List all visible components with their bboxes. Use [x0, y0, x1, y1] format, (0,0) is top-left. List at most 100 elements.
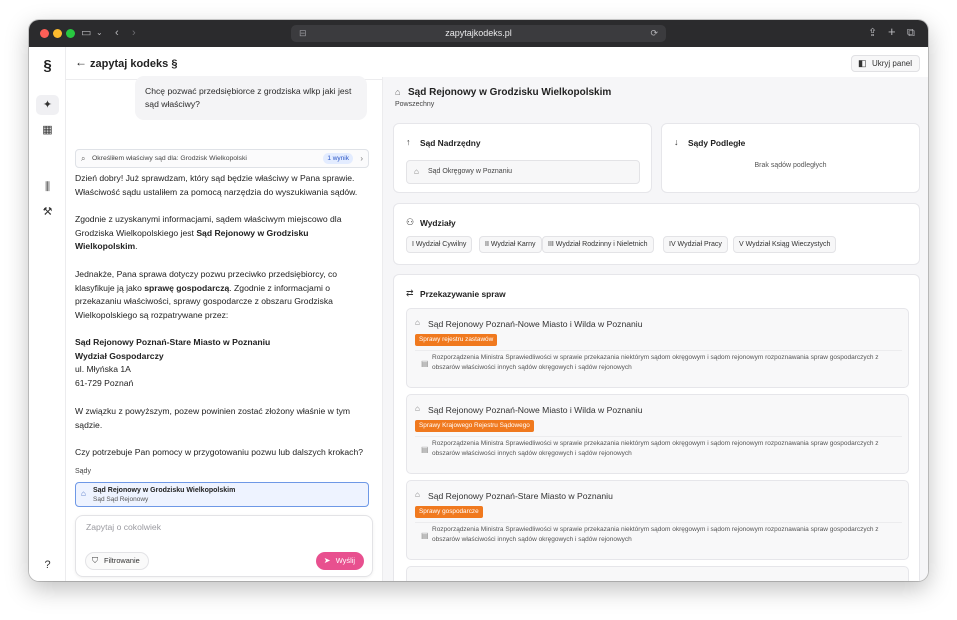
assistant-paragraph-5: Czy potrzebuje Pan pomocy w przygotowani…: [75, 447, 364, 457]
court-details-panel: ⌂ Sąd Rejonowy w Grodzisku Wielkopolskim…: [382, 77, 928, 581]
new-tab-icon[interactable]: +: [888, 25, 896, 39]
transfer-item[interactable]: ⌂ Sąd Rejonowy Poznań-Stare Miasto w Poz…: [406, 480, 909, 560]
department-pill[interactable]: II Wydział Karny: [479, 236, 542, 253]
panel-icon: ◧: [857, 58, 867, 68]
browser-titlebar: ▭ ⌄ ‹ › ⊟ zapytajkodeks.pl ⟳ ⇪ + ⧉: [29, 20, 928, 47]
help-icon[interactable]: ?: [36, 555, 59, 575]
page-title: zapytaj kodeks §: [90, 58, 178, 70]
assistant-paragraph-1: Dzień dobry! Już sprawdzam, który sąd bę…: [75, 173, 358, 197]
app-logo[interactable]: §: [29, 57, 66, 74]
subordinate-empty-text: Brak sądów podległych: [754, 162, 827, 169]
transfer-item[interactable]: ⌂ Sąd Rejonowy Poznań-Nowe Miasto i Wild…: [406, 308, 909, 388]
transfer-court-name: Sąd Rejonowy Poznań-Stare Miasto w Pozna…: [428, 491, 613, 501]
page-settings-icon[interactable]: ⊟: [299, 25, 307, 42]
assistant-paragraph-3: Jednakże, Pana sprawa dotyczy pozwu prze…: [75, 269, 338, 320]
court-building-icon: ⌂: [395, 87, 401, 97]
department-pill[interactable]: I Wydział Cywilny: [406, 236, 473, 253]
department-pill[interactable]: IV Wydział Pracy: [663, 236, 728, 253]
assistant-paragraph-2: Zgodnie z uzyskanymi informacjami, sądem…: [75, 214, 342, 252]
superior-court-heading: ↑ Sąd Nadrzędny: [406, 137, 481, 148]
arrow-down-icon: ↓: [674, 137, 679, 147]
filter-label: Filtrowanie: [104, 556, 140, 565]
hide-panel-button[interactable]: ◧ Ukryj panel: [850, 55, 920, 72]
address-street: ul. Młyńska 1A: [75, 364, 131, 375]
sidebar-toggle-icon[interactable]: ▭: [81, 26, 91, 40]
case-type-tag: Sprawy Krajowego Rejestru Sądowego: [415, 420, 534, 432]
sources-label: Sądy: [75, 468, 91, 475]
zoom-window-button[interactable]: [66, 29, 75, 38]
court-building-icon: ⌂: [414, 167, 419, 176]
message-input[interactable]: Zapytaj o cokolwiek: [86, 522, 161, 532]
divider: [415, 436, 902, 437]
transfer-court-name: Sąd Rejonowy Poznań-Nowe Miasto i Wilda …: [428, 405, 643, 415]
address-city: 61-729 Poznań: [75, 377, 134, 388]
case-type-bold: sprawę gospodarczą: [144, 282, 230, 293]
chevron-down-icon[interactable]: ⌄: [96, 26, 103, 40]
send-icon: ➤: [323, 556, 331, 565]
address-department: Wydział Gospodarczy: [75, 350, 164, 361]
close-window-button[interactable]: [40, 29, 49, 38]
table-icon[interactable]: ▦: [36, 120, 59, 140]
court-source-card[interactable]: ⌂ Sąd Rejonowy w Grodzisku Wielkopolskim…: [75, 482, 369, 507]
reload-icon[interactable]: ⟳: [650, 25, 658, 42]
court-building-icon: ⌂: [81, 489, 86, 498]
wrench-icon[interactable]: ⚒: [36, 202, 59, 222]
ai-chat-icon[interactable]: ✦: [36, 95, 59, 115]
court-building-icon: ⌂: [415, 490, 420, 499]
tool-result-chip[interactable]: ⌕ Określiłem właściwy sąd dla: Grodzisk …: [75, 149, 369, 168]
left-rail: § ✦ ▦ ⫼ ⚒ ?: [29, 47, 66, 581]
subordinate-courts-card: ↓ Sądy Podległe Brak sądów podległych: [661, 123, 920, 193]
address-court-name: Sąd Rejonowy Poznań-Stare Miasto w Pozna…: [75, 337, 271, 347]
court-source-name: Sąd Rejonowy w Grodzisku Wielkopolskim: [93, 487, 236, 494]
departments-heading: ⚇ Wydziały: [406, 217, 456, 228]
transfer-item-partial[interactable]: [406, 566, 909, 581]
assistant-paragraph-4: W związku z powyższym, pozew powinien zo…: [75, 406, 351, 430]
arrow-up-icon: ↑: [406, 137, 411, 147]
court-title: ⌂ Sąd Rejonowy w Grodzisku Wielkopolskim: [395, 87, 612, 98]
browser-window: ▭ ⌄ ‹ › ⊟ zapytajkodeks.pl ⟳ ⇪ + ⧉ § ✦ ▦…: [29, 20, 928, 581]
back-arrow-icon[interactable]: ‹: [115, 26, 119, 40]
filter-button[interactable]: ⛉ Filtrowanie: [85, 552, 149, 570]
department-pill[interactable]: V Wydział Ksiąg Wieczystych: [733, 236, 837, 253]
forward-arrow-icon[interactable]: ›: [132, 26, 136, 40]
document-icon: ▤: [421, 359, 429, 368]
transfer-court-name: Sąd Rejonowy Poznań-Nowe Miasto i Wilda …: [428, 319, 643, 329]
send-label: Wyślij: [335, 556, 355, 565]
address-bar[interactable]: ⊟ zapytajkodeks.pl ⟳: [291, 25, 666, 42]
divider: [415, 350, 902, 351]
court-building-icon: ⌂: [415, 404, 420, 413]
subordinate-courts-heading: ↓ Sądy Podległe: [674, 137, 746, 148]
department-pill[interactable]: III Wydział Rodzinny i Nieletnich: [542, 236, 654, 253]
minimize-window-button[interactable]: [53, 29, 62, 38]
transfer-item[interactable]: ⌂ Sąd Rejonowy Poznań-Nowe Miasto i Wild…: [406, 394, 909, 474]
court-type: Powszechny: [395, 101, 435, 108]
filter-icon: ⛉: [92, 556, 98, 565]
hide-panel-label: Ukryj panel: [871, 59, 912, 68]
departments-card: ⚇ Wydziały I Wydział Cywilny II Wydział K…: [393, 203, 920, 265]
case-transfers-card: ⇄ Przekazywanie spraw ⌂ Sąd Rejonowy Pozn…: [393, 274, 920, 581]
document-icon: ▤: [421, 531, 429, 540]
library-icon[interactable]: ⫼: [36, 177, 59, 197]
transfer-legal-basis: Rozporządzenia Ministra Sprawiedliwości …: [432, 526, 879, 543]
divider: [415, 522, 902, 523]
document-icon: ▤: [421, 445, 429, 454]
transfer-arrows-icon: ⇄: [406, 288, 414, 298]
tool-result-text: Określiłem właściwy sąd dla: Grodzisk Wi…: [92, 155, 247, 162]
result-count-badge: 1 wynik: [323, 153, 353, 164]
transfer-legal-basis: Rozporządzenia Ministra Sprawiedliwości …: [432, 440, 879, 457]
send-button[interactable]: ➤ Wyślij: [315, 552, 364, 570]
user-message: Chcę pozwać przedsiębiorce z grodziska w…: [135, 76, 367, 120]
case-type-tag: Sprawy rejestru zastawów: [415, 334, 498, 346]
superior-court-link[interactable]: ⌂ Sąd Okręgowy w Poznaniu: [406, 160, 640, 184]
court-building-icon: ⌂: [415, 318, 420, 327]
chevron-right-icon: ›: [360, 154, 363, 163]
back-arrow-icon[interactable]: ←: [75, 55, 87, 69]
transfer-legal-basis: Rozporządzenia Ministra Sprawiedliwości …: [432, 354, 879, 371]
court-address: Sąd Rejonowy Poznań-Stare Miasto w Pozna…: [75, 336, 365, 390]
court-source-type: Sąd Sąd Rejonowy: [93, 496, 149, 503]
share-icon[interactable]: ⇪: [868, 26, 877, 40]
case-type-tag: Sprawy gospodarcze: [415, 506, 483, 518]
tab-overview-icon[interactable]: ⧉: [907, 26, 915, 40]
message-composer[interactable]: Zapytaj o cokolwiek ⛉ Filtrowanie ➤ Wyśl…: [75, 515, 373, 577]
superior-court-card: ↑ Sąd Nadrzędny ⌂ Sąd Okręgowy w Poznaniu: [393, 123, 652, 193]
